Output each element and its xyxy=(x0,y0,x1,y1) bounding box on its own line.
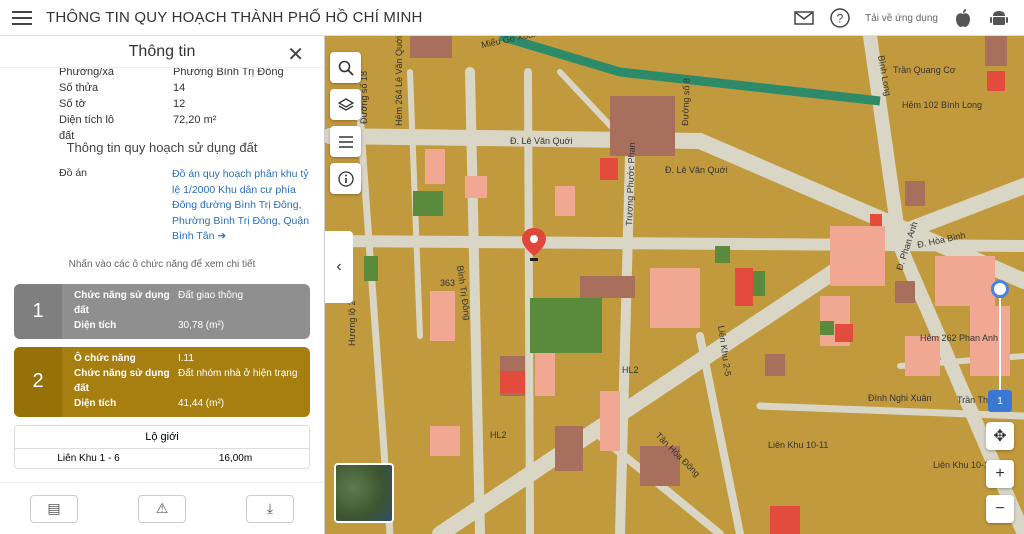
panel-header: Thông tin ✕ xyxy=(0,36,324,68)
warning-icon: ⚠ xyxy=(155,500,169,516)
street-label: Đường số 8 xyxy=(680,78,692,126)
document-button[interactable]: ▤ xyxy=(30,494,78,523)
field-value: 12 xyxy=(173,98,186,110)
search-icon xyxy=(338,60,354,76)
function-card-2[interactable]: 2 Ô chức năng I.11 Chức năng sử dụng đất Đ… xyxy=(14,346,310,417)
card-number: 1 xyxy=(14,283,62,339)
document-icon: ▤ xyxy=(47,500,61,516)
search-button[interactable] xyxy=(330,52,361,83)
street-label: Đình Nghi Xuân xyxy=(868,393,932,403)
road-tag: HL2 xyxy=(622,365,639,375)
card-value: Đất nhóm nhà ở hiện trạng xyxy=(178,367,298,379)
card-value: I.11 xyxy=(178,352,194,364)
field-key: Diện tích lô đất xyxy=(59,114,115,142)
download-button[interactable]: ⤓ xyxy=(246,494,294,523)
map-tools xyxy=(330,52,361,194)
panel-footer: ▤ ⚠ ⤓ xyxy=(0,482,324,534)
street-label: 363 xyxy=(440,278,455,288)
top-right-actions: ? Tải về ứng dụng xyxy=(793,0,1010,36)
list-icon xyxy=(338,135,353,148)
download-icon: ⤓ xyxy=(266,500,274,516)
locate-button[interactable]: ✥ xyxy=(986,422,1014,450)
field-key: Phường/xã xyxy=(59,68,114,78)
panel-title: Thông tin xyxy=(128,42,196,60)
field-key: Số tờ xyxy=(59,98,86,110)
collapse-panel-button[interactable]: ‹ xyxy=(325,231,353,303)
doan-label: Đồ án xyxy=(59,167,88,179)
field-row: Số thửa 14 xyxy=(14,80,310,96)
info-panel: Thông tin ✕ Phường/xã Phường Bình Trị Đôn… xyxy=(0,36,325,534)
zoom-slider-track[interactable] xyxy=(999,288,1001,398)
card-key: Ô chức năng xyxy=(74,352,136,364)
zoom-level-badge: 1 xyxy=(988,390,1012,412)
function-card-1[interactable]: 1 Chức năng sử dụng đất Đất giao thông Di… xyxy=(14,283,310,339)
street-label: Hẻm 262 Phan Anh xyxy=(920,333,998,343)
card-key: Diện tích xyxy=(74,397,117,409)
panel-body[interactable]: Phường/xã Phường Bình Trị Đông Số thửa 14 … xyxy=(0,68,324,482)
help-icon[interactable]: ? xyxy=(829,7,851,29)
lo-gioi-title: Lộ giới xyxy=(15,426,309,449)
card-number: 2 xyxy=(14,346,62,417)
close-icon[interactable]: ✕ xyxy=(287,42,304,67)
field-key: Số thửa xyxy=(59,82,99,94)
info-icon xyxy=(337,170,354,187)
apple-icon[interactable] xyxy=(952,7,974,29)
lo-gioi-name: Liên Khu 1 - 6 xyxy=(57,452,120,464)
top-bar: THÔNG TIN QUY HOẠCH THÀNH PHỐ HỒ CHÍ MIN… xyxy=(0,0,1024,36)
lo-gioi-table: Lộ giới Liên Khu 1 - 6 16,00m xyxy=(14,424,310,469)
card-key: Chức năng sử dụng đất xyxy=(74,367,170,394)
lo-gioi-row: Liên Khu 1 - 6 16,00m xyxy=(15,449,309,468)
card-value: 30,78 (m²) xyxy=(178,319,225,331)
street-label: Đ. Lê Văn Quới xyxy=(510,136,572,146)
card-key: Diện tích xyxy=(74,319,117,331)
warning-button[interactable]: ⚠ xyxy=(138,494,186,523)
field-row: Phường/xã Phường Bình Trị Đông xyxy=(14,68,310,80)
street-label: Hẻm 264 Lê Văn Quới xyxy=(394,36,404,126)
minimap-thumbnail[interactable] xyxy=(334,463,394,523)
street-label: Đ. Lê Văn Quới xyxy=(665,165,727,175)
layers-button[interactable] xyxy=(330,89,361,120)
card-value: Đất giao thông xyxy=(178,289,244,301)
download-app-label[interactable]: Tải về ứng dụng xyxy=(865,13,938,24)
doan-link[interactable]: Đồ án quy hoạch phân khu tỷ lệ 1/2000 Kh… xyxy=(172,167,310,245)
street-label: Hương lộ 2 xyxy=(347,301,357,346)
chevron-left-icon: ‹ xyxy=(336,258,342,275)
zoom-out-button[interactable]: − xyxy=(986,495,1014,523)
app-title: THÔNG TIN QUY HOẠCH THÀNH PHỐ HỒ CHÍ MIN… xyxy=(46,9,423,26)
street-label: Trần Quang Cơ xyxy=(893,65,956,75)
field-value: Phường Bình Trị Đông xyxy=(173,68,284,78)
svg-text:?: ? xyxy=(837,12,844,26)
crosshair-icon: ✥ xyxy=(993,428,1007,445)
zoom-in-button[interactable]: + xyxy=(986,460,1014,488)
street-label: Liên Khu 10-11 xyxy=(933,460,993,470)
mail-icon[interactable] xyxy=(793,7,815,29)
list-button[interactable] xyxy=(330,126,361,157)
card-key: Chức năng sử dụng đất xyxy=(74,289,170,316)
field-value: 14 xyxy=(173,82,186,94)
android-icon[interactable] xyxy=(988,7,1010,29)
field-row: Số tờ 12 xyxy=(14,96,310,112)
plus-icon: + xyxy=(995,465,1005,482)
street-label: Hẻm 102 Bình Long xyxy=(902,100,982,110)
field-row: Diện tích lô đất 72,20 m² xyxy=(14,112,310,142)
lo-gioi-value: 16,00m xyxy=(218,452,253,464)
road-tag: HL2 xyxy=(490,430,507,440)
minus-icon: − xyxy=(995,500,1005,517)
menu-icon[interactable] xyxy=(12,10,32,25)
zoom-slider-handle[interactable] xyxy=(991,280,1009,298)
card-value: 41,44 (m²) xyxy=(178,397,225,409)
layers-icon xyxy=(337,97,354,111)
info-button[interactable] xyxy=(330,163,361,194)
doan-row: Đồ án Đồ án quy hoạch phân khu tỷ lệ 1/2… xyxy=(14,167,310,245)
field-value: 72,20 m² xyxy=(173,114,217,126)
hint-text: Nhấn vào các ô chức năng để xem chi tiết xyxy=(68,258,256,270)
street-label: Liên Khu 10-11 xyxy=(768,440,828,450)
